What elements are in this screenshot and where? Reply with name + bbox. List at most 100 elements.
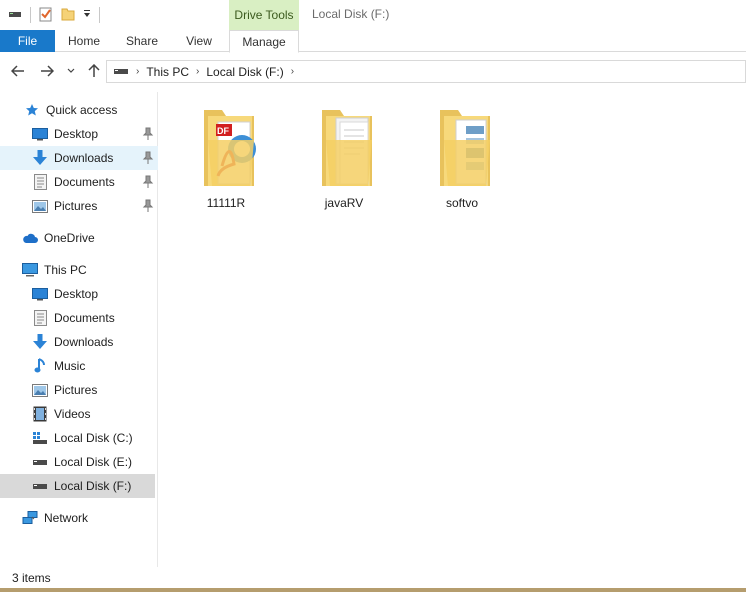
ribbon-tabs: File Home Share View Manage bbox=[0, 30, 746, 53]
tab-file[interactable]: File bbox=[0, 30, 55, 52]
drive-icon[interactable] bbox=[8, 8, 22, 22]
nav-label: Documents bbox=[54, 175, 115, 189]
back-button[interactable] bbox=[9, 62, 27, 80]
forward-button[interactable] bbox=[38, 62, 56, 80]
window-title: Local Disk (F:) bbox=[312, 7, 390, 21]
nav-pc-local-disk-e[interactable]: Local Disk (E:) bbox=[0, 450, 158, 474]
nav-quick-pictures[interactable]: Pictures bbox=[0, 194, 158, 218]
nav-pc-local-disk-f[interactable]: Local Disk (F:) bbox=[0, 474, 155, 498]
cloud-icon bbox=[22, 230, 38, 246]
pdf-folder-icon: DF bbox=[204, 110, 256, 186]
nav-quick-access[interactable]: Quick access bbox=[0, 98, 158, 122]
tab-home[interactable]: Home bbox=[58, 30, 110, 52]
music-note-icon bbox=[32, 358, 48, 374]
nav-this-pc[interactable]: This PC bbox=[0, 258, 158, 282]
address-bar[interactable]: › This PC › Local Disk (F:) › bbox=[106, 60, 746, 83]
back-arrow-icon bbox=[11, 65, 24, 77]
nav-pc-pictures[interactable]: Pictures bbox=[0, 378, 158, 402]
folder-item[interactable]: javaRV bbox=[299, 104, 389, 214]
folder-item[interactable]: softvo bbox=[417, 104, 507, 214]
film-strip-icon bbox=[32, 406, 48, 422]
toolbar-divider bbox=[30, 7, 31, 23]
breadcrumb-local-disk-f[interactable]: Local Disk (F:) bbox=[206, 65, 283, 79]
image-folder-icon bbox=[440, 110, 490, 186]
drive-icon bbox=[32, 454, 48, 470]
toolbar-divider bbox=[99, 7, 100, 23]
pin-icon[interactable] bbox=[142, 199, 154, 213]
tab-view[interactable]: View bbox=[174, 30, 224, 52]
up-button[interactable] bbox=[85, 62, 103, 80]
item-count: 3 items bbox=[12, 571, 51, 585]
pictures-icon bbox=[32, 198, 48, 214]
tab-share[interactable]: Share bbox=[115, 30, 169, 52]
file-list-pane: DF 11111R javaRV softvo bbox=[159, 92, 746, 567]
folder-name: softvo bbox=[445, 196, 478, 210]
nav-onedrive[interactable]: OneDrive bbox=[0, 226, 158, 250]
drive-icon bbox=[113, 65, 129, 79]
pin-icon[interactable] bbox=[142, 127, 154, 141]
breadcrumb-separator-icon[interactable]: › bbox=[196, 66, 199, 77]
up-arrow-icon bbox=[88, 64, 100, 77]
nav-label: Local Disk (C:) bbox=[54, 431, 133, 445]
nav-pc-desktop[interactable]: Desktop bbox=[0, 282, 158, 306]
nav-label: Downloads bbox=[54, 335, 114, 349]
nav-pc-videos[interactable]: Videos bbox=[0, 402, 158, 426]
nav-label: Desktop bbox=[54, 287, 99, 301]
nav-label: Network bbox=[44, 511, 89, 525]
new-folder-icon[interactable] bbox=[61, 7, 75, 24]
nav-quick-downloads[interactable]: Downloads bbox=[0, 146, 158, 170]
nav-label: This PC bbox=[44, 263, 87, 277]
breadcrumb-separator-icon[interactable]: › bbox=[136, 66, 139, 77]
nav-label: Downloads bbox=[54, 151, 114, 165]
nav-pc-local-disk-c[interactable]: Local Disk (C:) bbox=[0, 426, 158, 450]
breadcrumb-this-pc[interactable]: This PC bbox=[146, 65, 189, 79]
chevron-down-icon bbox=[67, 68, 75, 73]
nav-pc-music[interactable]: Music bbox=[0, 354, 158, 378]
nav-quick-documents[interactable]: Documents bbox=[0, 170, 158, 194]
navigation-pane: Quick access Desktop Downloads Documents… bbox=[0, 92, 158, 567]
nav-label: Documents bbox=[54, 311, 115, 325]
nav-pc-documents[interactable]: Documents bbox=[0, 306, 158, 330]
properties-icon[interactable] bbox=[39, 6, 53, 25]
computer-icon bbox=[22, 262, 38, 278]
folder-name: 11111R bbox=[206, 196, 246, 210]
nav-label: OneDrive bbox=[44, 231, 95, 245]
window-bottom-border bbox=[0, 588, 746, 592]
nav-label: Local Disk (E:) bbox=[54, 455, 133, 469]
folder-item[interactable]: DF 11111R bbox=[181, 104, 271, 214]
customize-dropdown-icon[interactable] bbox=[83, 8, 91, 22]
breadcrumb-separator-icon[interactable]: › bbox=[291, 66, 294, 77]
nav-label: Desktop bbox=[54, 127, 99, 141]
pictures-icon bbox=[32, 382, 48, 398]
download-arrow-icon bbox=[32, 334, 48, 350]
title-bar: Drive Tools Local Disk (F:) bbox=[0, 0, 746, 30]
tab-manage[interactable]: Manage bbox=[229, 30, 299, 53]
windows-drive-icon bbox=[32, 430, 48, 446]
folder-name: javaRV bbox=[324, 196, 364, 210]
pin-icon[interactable] bbox=[142, 151, 154, 165]
drive-tools-context-label: Drive Tools bbox=[229, 0, 299, 30]
nav-pc-downloads[interactable]: Downloads bbox=[0, 330, 158, 354]
desktop-icon bbox=[32, 126, 48, 142]
address-navigation-bar: › This PC › Local Disk (F:) › bbox=[0, 58, 746, 84]
desktop-icon bbox=[32, 286, 48, 302]
drive-icon bbox=[32, 478, 48, 494]
status-bar: 3 items bbox=[0, 568, 746, 588]
recent-locations-button[interactable] bbox=[62, 62, 80, 80]
nav-quick-desktop[interactable]: Desktop bbox=[0, 122, 158, 146]
documents-icon bbox=[32, 174, 48, 190]
network-icon bbox=[22, 510, 38, 526]
quick-access-toolbar bbox=[8, 6, 100, 24]
svg-text:DF: DF bbox=[217, 126, 229, 136]
nav-network[interactable]: Network bbox=[0, 506, 158, 530]
pin-icon[interactable] bbox=[142, 175, 154, 189]
nav-label: Videos bbox=[54, 407, 91, 421]
forward-arrow-icon bbox=[41, 65, 54, 77]
star-icon bbox=[24, 102, 40, 118]
documents-icon bbox=[32, 310, 48, 326]
nav-label: Quick access bbox=[46, 103, 118, 117]
nav-label: Pictures bbox=[54, 199, 98, 213]
nav-label: Music bbox=[54, 359, 86, 373]
nav-label: Pictures bbox=[54, 383, 98, 397]
download-arrow-icon bbox=[32, 150, 48, 166]
